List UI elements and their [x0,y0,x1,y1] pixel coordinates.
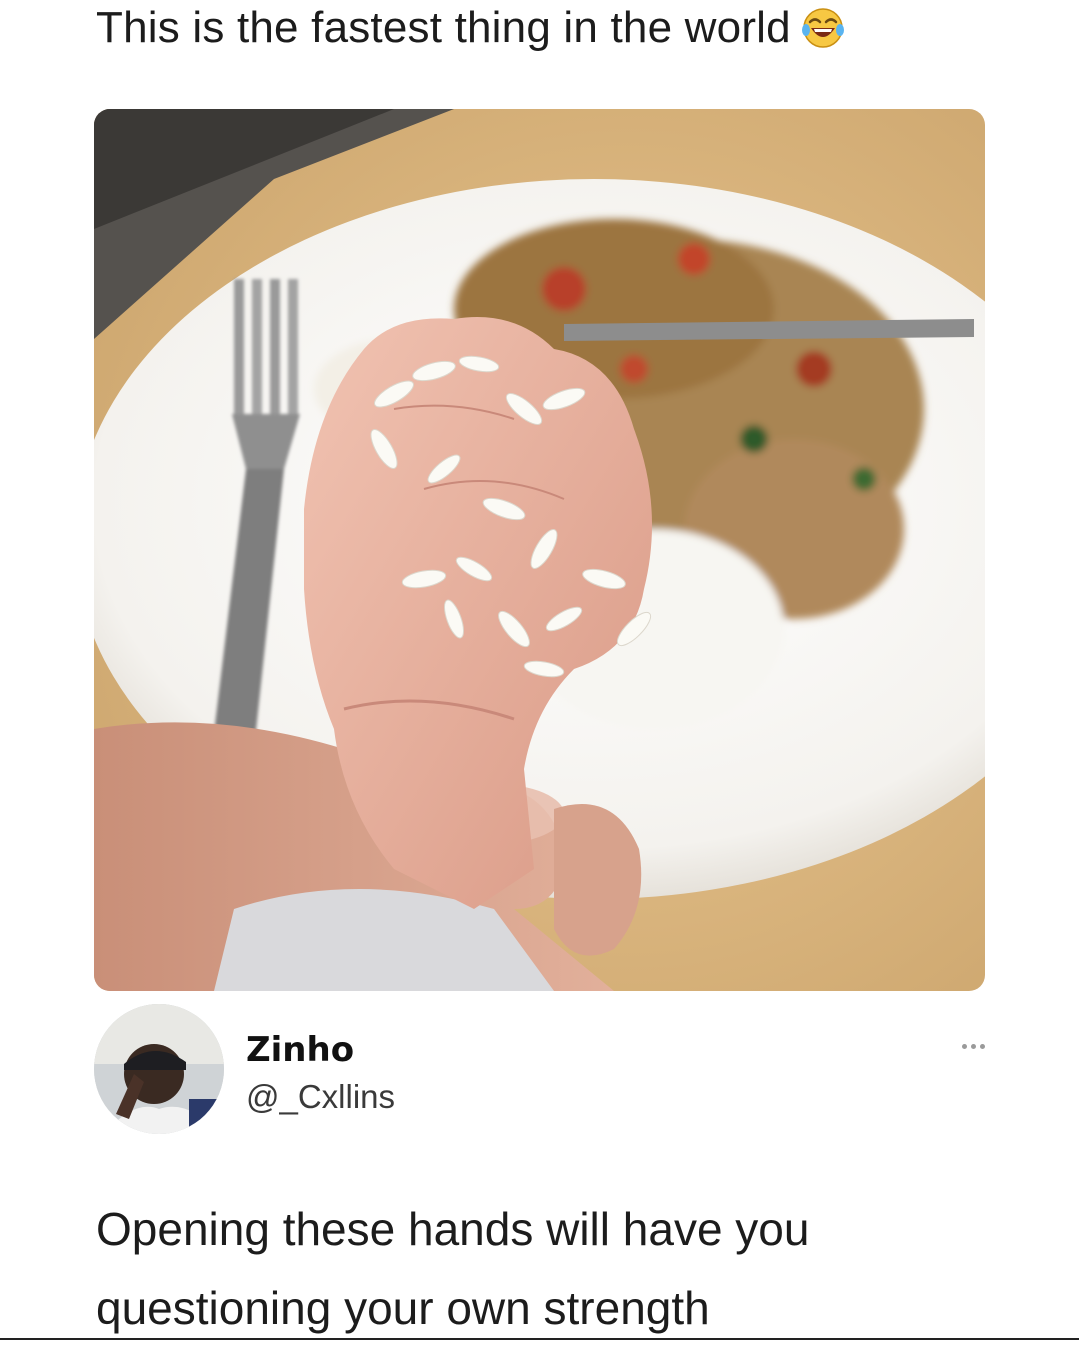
post-photo [94,109,985,991]
display-name[interactable]: Zinho [246,1030,354,1070]
caption-text: This is the fastest thing in the world [96,3,791,52]
avatar[interactable] [94,1004,224,1134]
user-handle[interactable]: @_Cxllins [246,1078,395,1116]
tweet-header: Zinho @_Cxllins [94,1004,985,1144]
tweet-body: Opening these hands will have you questi… [96,1203,810,1334]
ellipsis-icon[interactable] [945,1038,985,1054]
laughing-face-icon [801,6,845,50]
meme-caption: This is the fastest thing in the world [96,0,845,56]
